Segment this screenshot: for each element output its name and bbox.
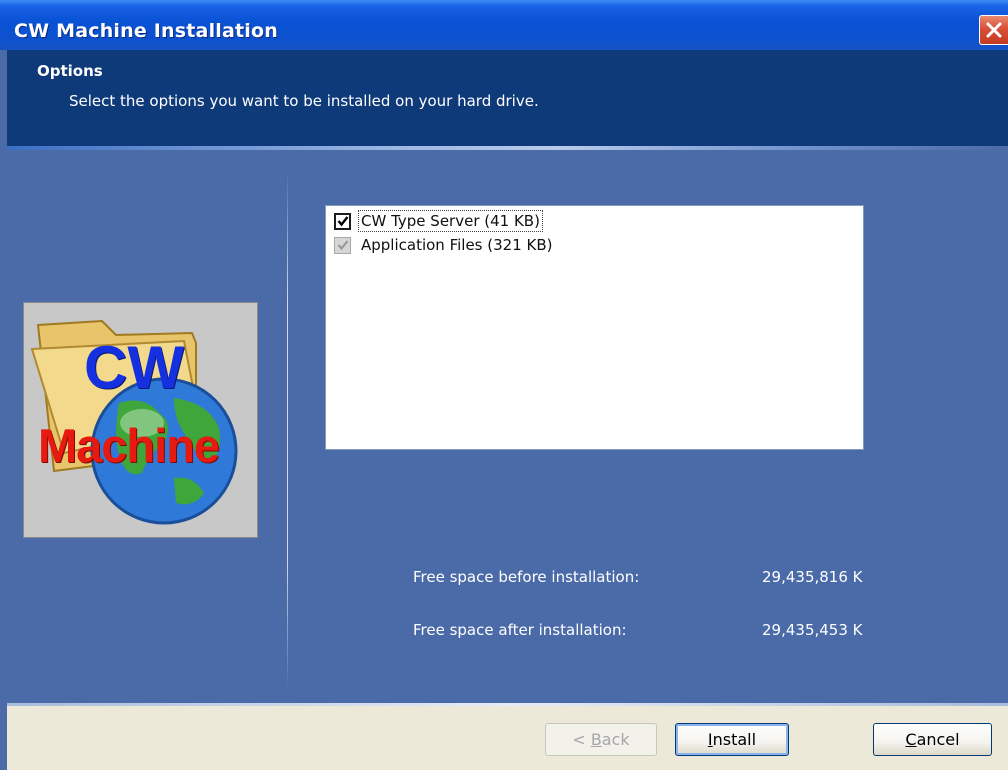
vertical-divider	[287, 170, 288, 690]
installer-window: CW Machine Installation Options Select t…	[0, 0, 1008, 770]
product-logo: CW Machine	[23, 302, 258, 538]
back-button[interactable]: < Back	[545, 723, 657, 756]
cancel-button-mnemonic: C	[905, 730, 917, 749]
checkmark-icon	[337, 240, 348, 251]
free-space-before-label: Free space before installation:	[413, 568, 640, 586]
checkbox-application-files[interactable]	[334, 236, 351, 254]
back-button-mnemonic: B	[590, 730, 602, 749]
list-item[interactable]: Application Files (321 KB)	[334, 234, 555, 256]
close-icon	[986, 22, 1002, 38]
free-space-before-value: 29,435,816 K	[762, 568, 863, 586]
window-title: CW Machine Installation	[14, 20, 279, 42]
list-item[interactable]: CW Type Server (41 KB)	[334, 210, 543, 232]
checkbox-cw-type-server[interactable]	[334, 212, 351, 230]
page-subtitle: Select the options you want to be instal…	[69, 92, 539, 110]
logo-cw-text: CW	[84, 334, 184, 401]
back-button-label: ack	[601, 730, 630, 749]
button-bar: < Back Install Cancel	[7, 706, 1008, 770]
page-title: Options	[37, 62, 103, 80]
option-label[interactable]: CW Type Server (41 KB)	[358, 210, 543, 232]
options-header: Options Select the options you want to b…	[7, 50, 1008, 146]
checkmark-icon	[337, 216, 348, 227]
options-list[interactable]: CW Type Server (41 KB) Application Files…	[325, 205, 864, 450]
cancel-button[interactable]: Cancel	[873, 723, 992, 756]
install-button[interactable]: Install	[675, 723, 789, 756]
free-space-after-value: 29,435,453 K	[762, 621, 863, 639]
free-space-after-label: Free space after installation:	[413, 621, 627, 639]
logo-machine-text: Machine	[38, 419, 220, 472]
title-bar[interactable]: CW Machine Installation	[0, 0, 1008, 50]
install-button-label: nstall	[712, 730, 757, 749]
close-button[interactable]	[979, 15, 1008, 45]
cancel-button-label: ancel	[916, 730, 960, 749]
back-button-prefix: <	[572, 730, 591, 749]
option-label[interactable]: Application Files (321 KB)	[359, 235, 555, 255]
